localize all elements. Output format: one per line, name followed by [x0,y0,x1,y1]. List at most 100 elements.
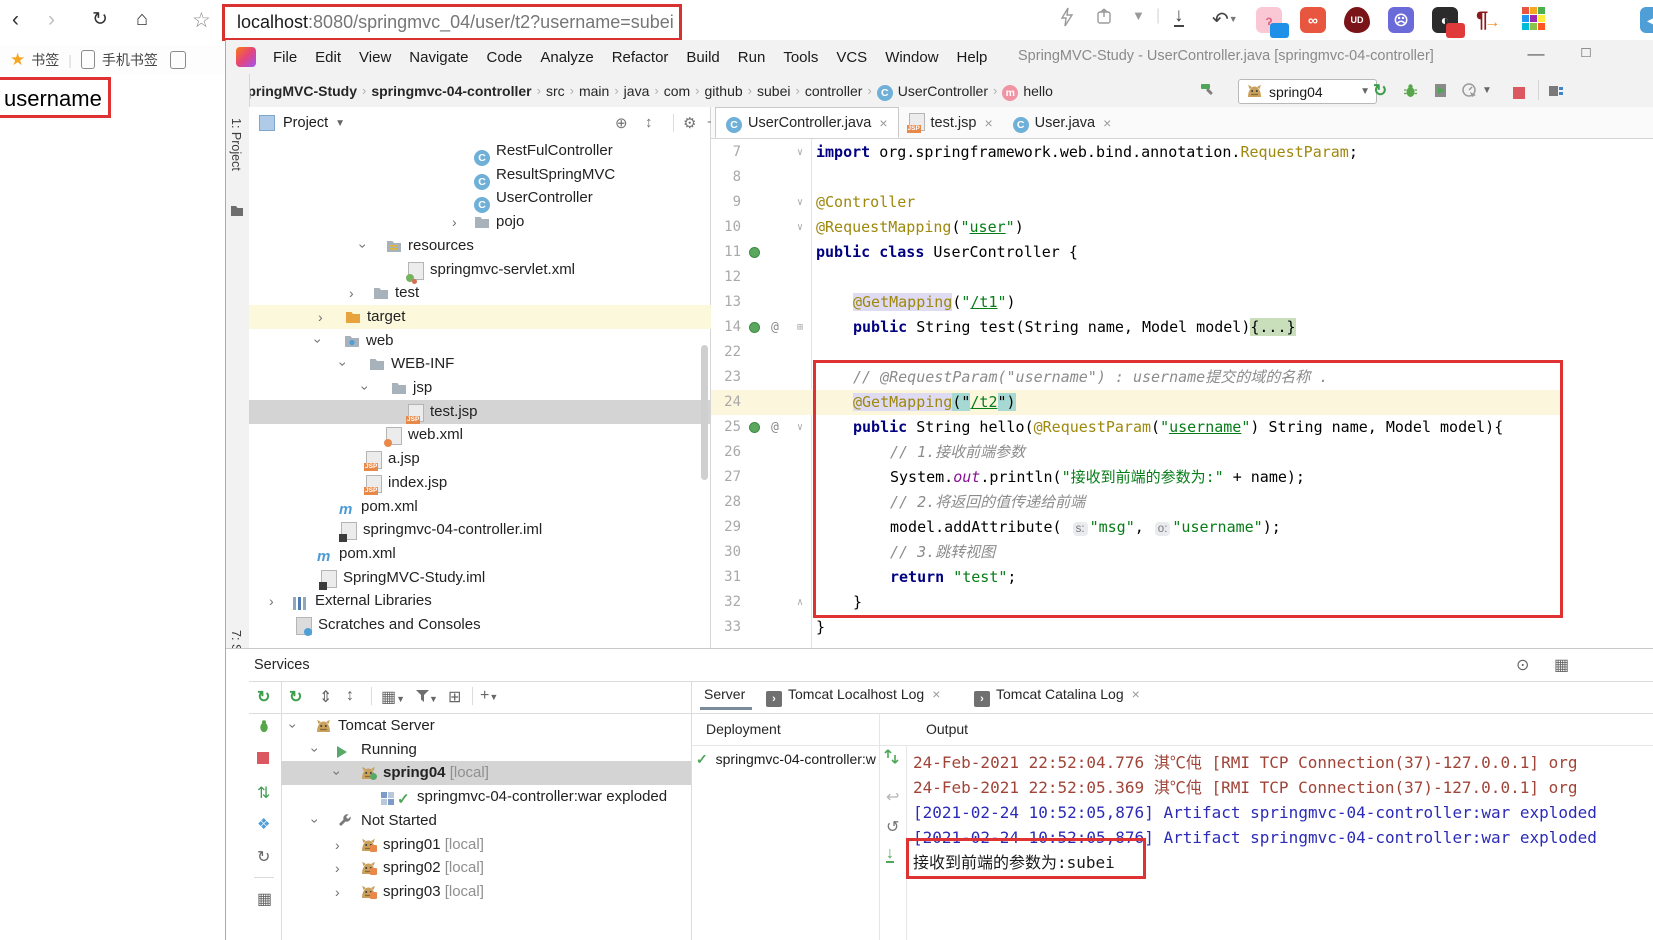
services-stop-icon[interactable] [257,751,269,769]
breadcrumb-item[interactable]: SpringMVC-Study [238,83,357,99]
profiler-button[interactable] [1462,83,1477,103]
project-structure-icon[interactable] [1548,83,1564,103]
tab-counter-icon[interactable]: ◐ [1432,7,1458,33]
collapse-all-icon[interactable]: ↕ [346,687,354,705]
project-tree-row[interactable]: ›target [249,305,711,329]
code-line-30[interactable]: 30// 3.跳转视图 [711,540,1653,565]
editor-tab-user-java[interactable]: CUser.java× [1003,107,1122,138]
debug-button[interactable] [1403,83,1418,103]
breadcrumb-item[interactable]: src [546,83,565,99]
chevron-down-icon[interactable]: › [353,386,377,391]
services-tree-row[interactable]: ✓springmvc-04-controller:war exploded [281,785,691,809]
project-tree-row[interactable]: ›WEB-INF [249,352,711,376]
infinity-extension-icon[interactable]: ∞ [1300,7,1326,33]
project-tree-row[interactable]: JSPindex.jsp [249,471,711,495]
chevron-down-icon[interactable]: › [281,724,305,729]
project-tree-row[interactable]: ›External Libraries [249,589,711,613]
chevron-down-icon[interactable]: › [303,747,327,752]
services-layout-icon[interactable]: ▦ [257,889,272,909]
fold-marker-icon[interactable]: ∨ [797,190,803,215]
menu-file[interactable]: File [264,49,306,66]
breadcrumb-item[interactable]: hello [1023,83,1053,99]
project-tree-row[interactable]: web.xml [249,423,711,447]
rollback-icon[interactable]: ↩ [886,787,899,807]
code-line-13[interactable]: 13@GetMapping("/t1") [711,290,1653,315]
breadcrumb-item[interactable]: controller [805,83,863,99]
mobile-bookmark-label[interactable]: 手机书签 [102,50,158,70]
close-icon[interactable]: × [879,115,887,131]
refresh-icon[interactable]: ↺ [886,817,899,837]
menu-navigate[interactable]: Navigate [400,49,477,66]
code-line-26[interactable]: 26// 1.接收前端参数 [711,440,1653,465]
chevron-right-icon[interactable]: › [335,856,340,880]
project-tree-row[interactable]: SpringMVC-Study.iml [249,566,711,590]
menu-window[interactable]: Window [876,49,947,66]
services-artifacts-icon[interactable]: ❖ [257,815,270,834]
chevron-down-icon[interactable]: › [306,338,330,343]
project-tree-row[interactable]: ›resources [249,234,711,258]
project-tree-row[interactable]: springmvc-servlet.xml [249,258,711,282]
locate-icon[interactable]: ⊕ [615,114,628,132]
project-tree-row[interactable]: CResultSpringMVC [249,163,711,187]
close-icon[interactable]: × [1132,686,1140,702]
ud-shield-icon[interactable]: UD [1344,7,1370,33]
colorgrid-extension-icon[interactable] [1522,7,1546,36]
spring-bean-gutter-icon[interactable] [749,247,760,258]
spring-bean-gutter-icon[interactable] [749,322,760,333]
code-line-24[interactable]: 24@GetMapping("/t2") [711,390,1653,415]
menu-tools[interactable]: Tools [774,49,827,66]
code-line-10[interactable]: 10∨@RequestMapping("user") [711,215,1653,240]
rerun-button[interactable]: ↻ [1373,81,1387,101]
project-tree-row[interactable]: ›jsp [249,376,711,400]
reload-icon[interactable]: ↻ [92,8,108,31]
intellij-logo-icon[interactable] [236,47,256,67]
services-tree-row[interactable]: ›Not Started [281,809,691,833]
fold-marker-icon[interactable]: ⊞ [797,315,803,340]
bookmark-label[interactable]: 书签 [31,50,59,70]
menu-run[interactable]: Run [729,49,775,66]
project-tree-row[interactable]: ›test [249,281,711,305]
menu-build[interactable]: Build [677,49,728,66]
chevron-right-icon[interactable]: › [335,833,340,857]
project-tree-row[interactable]: springmvc-04-controller.iml [249,518,711,542]
code-line-27[interactable]: 27System.out.println("接收到前端的参数为:" + name… [711,465,1653,490]
lightning-icon[interactable] [1060,7,1074,32]
project-tree-row[interactable]: CUserController [249,186,711,210]
expand-all-icon[interactable]: ⇕ [319,687,332,707]
code-line-8[interactable]: 8 [711,165,1653,190]
cat-extension-icon[interactable]: ɂ [1256,7,1282,33]
chevron-right-icon[interactable]: › [269,589,274,613]
breadcrumb-item[interactable]: UserController [898,83,988,99]
console-tab-server[interactable]: Server [704,686,745,702]
services-rerun-icon[interactable]: ↻ [289,687,302,707]
services-tree-row[interactable]: ›spring02 [local] [281,856,691,880]
chevron-right-icon[interactable]: › [349,281,354,305]
menu-help[interactable]: Help [948,49,997,66]
filter-icon[interactable]: ▼ [416,689,438,707]
close-icon[interactable]: × [932,686,940,702]
group-by-icon[interactable]: ▦▼ [381,687,405,707]
chevron-down-icon[interactable]: › [331,362,355,367]
add-application-icon[interactable]: ⊞ [448,687,461,707]
code-line-33[interactable]: 33} [711,615,1653,640]
project-tree-row[interactable]: ›web [249,329,711,353]
breadcrumb-item[interactable]: github [705,83,743,99]
services-tree-row[interactable]: ›spring03 [local] [281,880,691,904]
chevron-down-icon[interactable]: › [325,771,349,776]
project-tree-row[interactable]: mpom.xml [249,542,711,566]
fold-marker-icon[interactable]: ∧ [797,590,803,615]
download-icon[interactable]: ↓ [1174,7,1184,27]
services-debug-icon[interactable] [257,719,271,738]
chevron-right-icon[interactable]: › [318,305,323,329]
chevron-right-icon[interactable]: › [335,880,340,904]
project-tree-row[interactable]: JSPa.jsp [249,447,711,471]
editor-tab-usercontroller-java[interactable]: CUserController.java× [715,107,899,138]
collapse-all-icon[interactable]: ↕ [645,114,653,131]
services-tree-row[interactable]: ›Tomcat Server [281,714,691,738]
home-icon[interactable]: ⌂ [136,8,148,31]
float-mode-icon[interactable]: ⊙ [1516,655,1529,675]
menu-edit[interactable]: Edit [306,49,350,66]
folder-icon[interactable] [230,204,244,221]
editor-tab-test-jsp[interactable]: JSPtest.jsp× [899,107,1003,138]
minimize-button[interactable]: — [1521,44,1551,64]
